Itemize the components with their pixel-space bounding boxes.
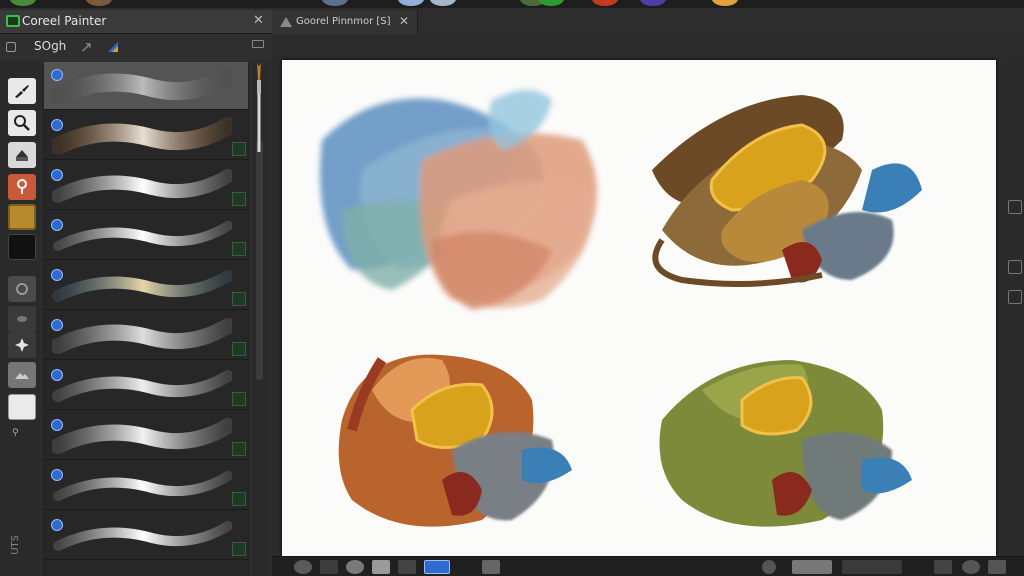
flip-tool-button[interactable]: [934, 560, 952, 574]
paint-strokes: [320, 90, 922, 527]
panel-toggle-icon[interactable]: [1008, 290, 1022, 304]
brush-stroke-preview: [52, 318, 232, 354]
brush-stroke-preview: [52, 418, 232, 454]
top-color-strip: [0, 0, 1024, 8]
impasto-olive-stroke-group: [659, 360, 912, 527]
brush-badge-icon: [51, 219, 63, 231]
watercolor-stroke-group: [320, 90, 597, 310]
dropper-icon[interactable]: [8, 174, 36, 200]
paintbrush-icon: [257, 62, 261, 152]
brush-badge-icon: [51, 169, 63, 181]
bottom-toolbar: [272, 556, 1024, 576]
view-tool-button[interactable]: [762, 560, 776, 574]
brush-badge-icon: [51, 419, 63, 431]
magnifier-icon[interactable]: [8, 110, 36, 136]
brush-favorite-checkbox[interactable]: [232, 142, 246, 156]
brush-tool-icon[interactable]: [8, 78, 36, 104]
brush-variant-item[interactable]: [44, 312, 248, 360]
panel-title: Coreel Painter: [22, 14, 107, 28]
brush-favorite-checkbox[interactable]: [232, 242, 246, 256]
brush-badge-icon: [51, 519, 63, 531]
grid-tool-button[interactable]: [482, 560, 500, 574]
brush-badge-icon: [51, 69, 63, 81]
brush-favorite-checkbox[interactable]: [232, 342, 246, 356]
blend-tool-icon[interactable]: [8, 306, 36, 332]
layer-tool-icon[interactable]: [8, 276, 36, 302]
painter-app-window: Coreel Painter ✕ Goorel Pinnmor [S] ✕ SO…: [0, 0, 1024, 576]
brush-variant-item[interactable]: [44, 212, 248, 260]
panel-toggle-icon[interactable]: [1008, 260, 1022, 274]
brush-variant-icon[interactable]: [106, 40, 120, 54]
brush-stroke-preview: [53, 221, 232, 251]
document-icon: [280, 17, 292, 27]
brush-category-label[interactable]: SOgh: [34, 39, 66, 53]
impasto-orange-stroke-group: [338, 354, 572, 527]
color-bar[interactable]: [842, 560, 902, 574]
main-color-swatch[interactable]: [8, 204, 36, 230]
brush-panel-tab[interactable]: Coreel Painter ✕: [0, 10, 272, 34]
round-tool-button[interactable]: [346, 560, 364, 574]
impasto-brown-stroke-group: [652, 95, 922, 287]
brush-favorite-checkbox[interactable]: [232, 192, 246, 206]
brush-category-bar: SOgh ↗: [0, 34, 272, 60]
painting-canvas[interactable]: [282, 60, 996, 556]
brush-stroke-preview: [53, 521, 232, 551]
document-title: Goorel Pinnmor [S]: [296, 16, 391, 27]
panel-options-icon[interactable]: [252, 40, 264, 48]
square-tool-button[interactable]: [320, 560, 338, 574]
arrow-icon[interactable]: ↗: [80, 38, 93, 56]
circle-tool-button[interactable]: [294, 560, 312, 574]
brush-list-scrollbar[interactable]: [252, 60, 266, 576]
brush-variant-list: [42, 62, 250, 576]
brush-favorite-checkbox[interactable]: [232, 442, 246, 456]
document-tab[interactable]: Goorel Pinnmor [S] ✕: [272, 10, 418, 34]
secondary-color-swatch[interactable]: [8, 234, 36, 260]
brush-variant-item[interactable]: [44, 412, 248, 460]
right-panel-strip: [1004, 60, 1024, 560]
transform-tool-icon[interactable]: [8, 332, 36, 358]
warning-tool-button[interactable]: [988, 560, 1006, 574]
brush-variant-item[interactable]: [44, 362, 248, 410]
painter-logo-icon: [6, 15, 20, 27]
brush-stroke-preview: [52, 370, 232, 402]
brush-variant-item[interactable]: [44, 112, 248, 160]
triangle-tool-button[interactable]: [372, 560, 390, 574]
paper-tool-icon[interactable]: [8, 362, 36, 388]
brush-variant-item[interactable]: [44, 262, 248, 310]
panel-toggle-icon[interactable]: [1008, 200, 1022, 214]
brush-badge-icon: [51, 319, 63, 331]
eraser-icon[interactable]: [8, 142, 36, 168]
brush-favorite-checkbox[interactable]: [232, 492, 246, 506]
brush-stroke-preview: [52, 270, 232, 302]
category-icon[interactable]: [6, 42, 16, 52]
brush-variant-item[interactable]: [44, 162, 248, 210]
brush-variant-item[interactable]: [44, 512, 248, 560]
active-tool-button[interactable]: [424, 560, 450, 574]
side-label: UTS: [10, 535, 21, 555]
brush-favorite-checkbox[interactable]: [232, 392, 246, 406]
document-close-icon[interactable]: ✕: [399, 14, 409, 28]
brush-badge-icon: [51, 119, 63, 131]
frame-tool-button[interactable]: [398, 560, 416, 574]
brush-badge-icon: [51, 469, 63, 481]
brush-favorite-checkbox[interactable]: [232, 292, 246, 306]
brush-badge-icon: [51, 369, 63, 381]
brush-stroke-preview: [52, 169, 232, 203]
brush-variant-item[interactable]: [44, 462, 248, 510]
rotate-tool-button[interactable]: [962, 560, 980, 574]
zoom-slider[interactable]: [792, 560, 832, 574]
brush-stroke-preview: [52, 117, 232, 155]
brush-badge-icon: [51, 269, 63, 281]
brush-favorite-checkbox[interactable]: [232, 542, 246, 556]
brush-variant-item[interactable]: [44, 62, 248, 110]
scrollbar-thumb[interactable]: [256, 140, 263, 380]
toolbox: ⚲: [0, 60, 40, 576]
zoom-small-icon[interactable]: ⚲: [12, 428, 19, 438]
brush-stroke-preview: [52, 67, 232, 105]
panel-close-icon[interactable]: ✕: [253, 13, 264, 28]
brush-stroke-preview: [53, 471, 232, 501]
white-swatch[interactable]: [8, 394, 36, 420]
